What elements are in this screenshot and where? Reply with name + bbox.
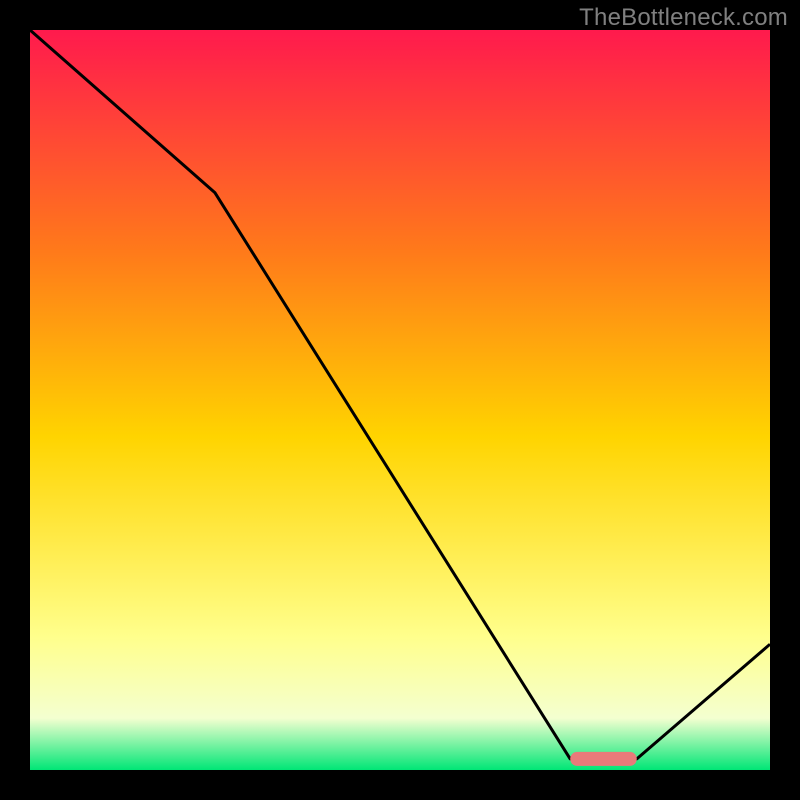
- plot-area: [30, 30, 770, 770]
- chart-background: [30, 30, 770, 770]
- watermark-text: TheBottleneck.com: [579, 4, 788, 32]
- chart-container: TheBottleneck.com: [0, 0, 800, 800]
- chart-svg: [30, 30, 770, 770]
- valley-marker: [570, 752, 637, 766]
